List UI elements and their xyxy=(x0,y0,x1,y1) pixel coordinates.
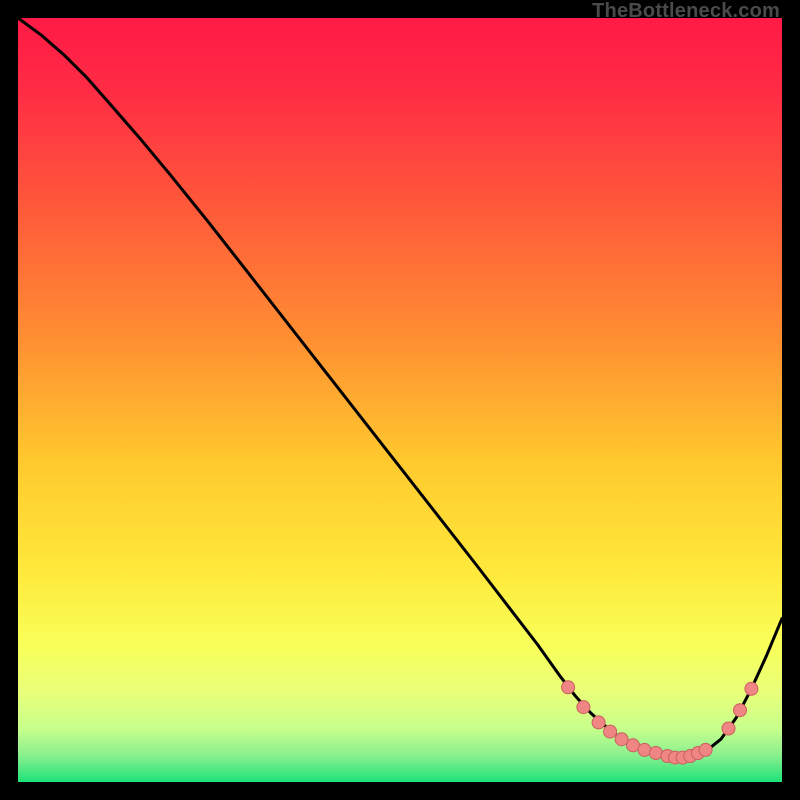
curve-line xyxy=(18,18,782,758)
marker-points xyxy=(562,681,758,764)
plot-area xyxy=(18,18,782,782)
chart-svg xyxy=(18,18,782,782)
chart-frame: { "attribution": "TheBottleneck.com", "c… xyxy=(0,0,800,800)
